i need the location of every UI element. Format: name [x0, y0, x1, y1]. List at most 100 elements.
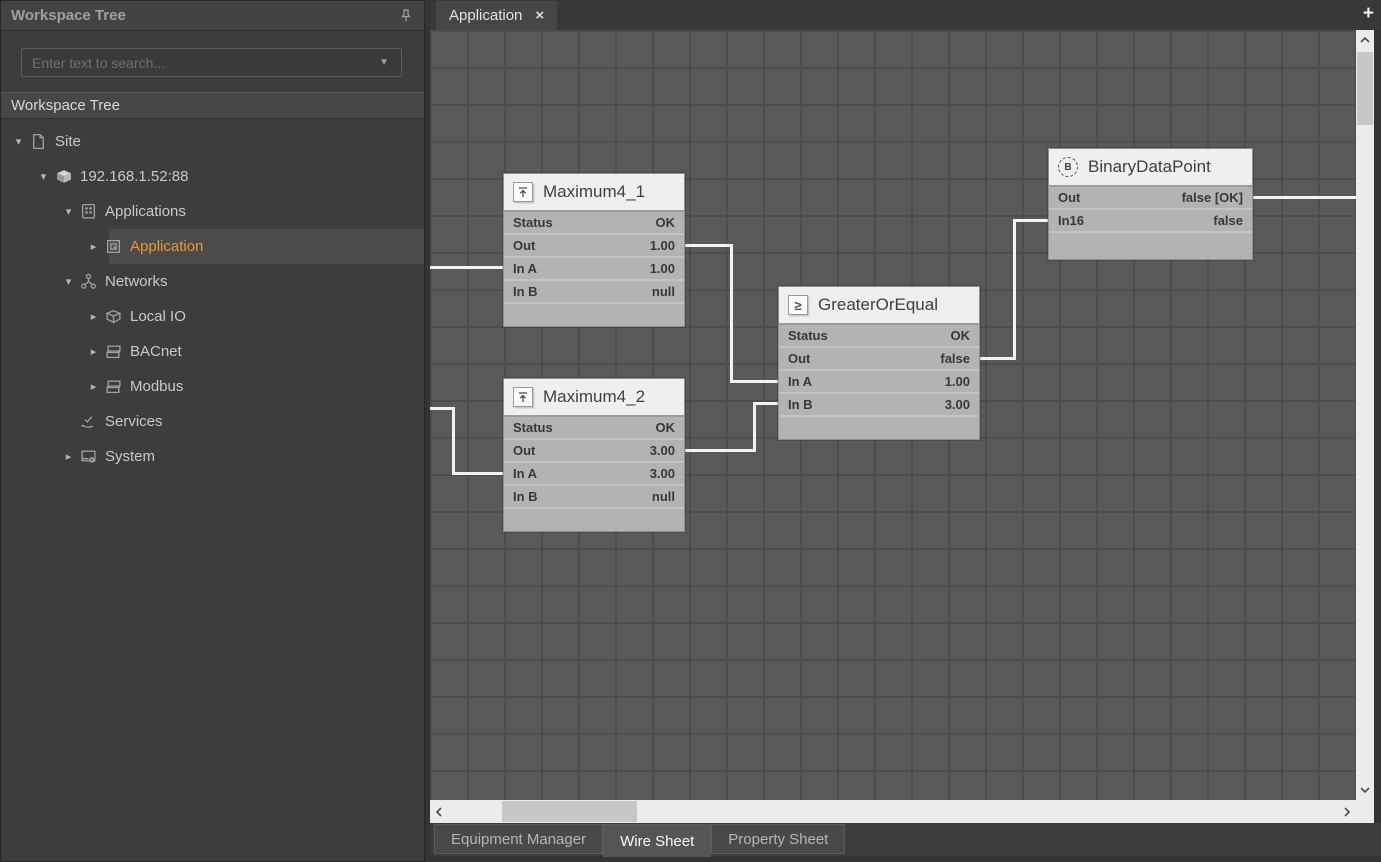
greater-or-equal-icon: ≥	[788, 295, 808, 315]
maximum-icon	[513, 182, 533, 202]
horizontal-scrollbar[interactable]	[430, 800, 1356, 823]
tab-label: Application	[449, 7, 522, 24]
wire-segment[interactable]	[980, 357, 1016, 360]
chevron-right-icon[interactable]: ▸	[85, 240, 102, 253]
binary-data-point-icon: B	[1058, 157, 1078, 177]
block-row-in-b[interactable]: In B null	[504, 281, 684, 304]
wire-segment[interactable]	[1253, 196, 1356, 199]
close-icon[interactable]: ×	[535, 7, 544, 24]
block-header[interactable]: Maximum4_2	[504, 379, 684, 417]
chevron-down-icon[interactable]: ▾	[60, 205, 77, 218]
row-label: In A	[788, 374, 812, 389]
block-binary-data-point[interactable]: B BinaryDataPoint Out false [OK] In16 fa…	[1048, 148, 1253, 260]
tree-item-networks[interactable]: ▾ Networks	[1, 264, 424, 299]
block-maximum4-1[interactable]: Maximum4_1 Status OK Out 1.00 In A 1.00 …	[503, 173, 685, 327]
row-value: OK	[951, 328, 971, 343]
block-title: GreaterOrEqual	[818, 295, 938, 315]
vertical-scroll-thumb[interactable]	[1357, 52, 1373, 125]
binary-glyph: B	[1064, 162, 1071, 173]
block-greater-or-equal[interactable]: ≥ GreaterOrEqual Status OK Out false In …	[778, 286, 980, 440]
row-label: Out	[513, 443, 535, 458]
wire-segment[interactable]	[730, 380, 778, 383]
block-row-out[interactable]: Out 3.00	[504, 440, 684, 463]
chevron-right-icon[interactable]: ▸	[85, 345, 102, 358]
protocol-icon	[104, 378, 123, 395]
block-row-in16[interactable]: In16 false	[1049, 210, 1252, 233]
network-icon	[79, 273, 98, 290]
tree-section-title: Workspace Tree	[11, 97, 120, 114]
tree-item-label: Modbus	[130, 378, 183, 395]
tree-item-local-io[interactable]: ▸ Local IO	[1, 299, 424, 334]
wire-segment[interactable]	[753, 402, 756, 452]
tab-property-sheet[interactable]: Property Sheet	[711, 824, 845, 854]
wire-segment[interactable]	[730, 244, 733, 383]
add-tab-button[interactable]: +	[1363, 3, 1374, 25]
tab-label: Property Sheet	[728, 831, 828, 848]
scroll-up-icon[interactable]	[1356, 30, 1374, 50]
block-header[interactable]: Maximum4_1	[504, 174, 684, 212]
tree-item-applications[interactable]: ▾ Applications	[1, 194, 424, 229]
wire-segment[interactable]	[1013, 219, 1048, 222]
block-row-in-b[interactable]: In B null	[504, 486, 684, 509]
block-footer	[504, 509, 684, 531]
wire-segment[interactable]	[685, 449, 756, 452]
block-row-in-b[interactable]: In B 3.00	[779, 394, 979, 417]
tree-item-modbus[interactable]: ▸ Modbus	[1, 369, 424, 404]
tree-item-site[interactable]: ▾ Site	[1, 124, 424, 159]
wire-segment[interactable]	[452, 407, 455, 475]
row-label: Status	[513, 420, 553, 435]
wire-sheet-canvas[interactable]: Maximum4_1 Status OK Out 1.00 In A 1.00 …	[430, 30, 1356, 800]
pin-icon[interactable]	[398, 8, 414, 24]
block-row-in-a[interactable]: In A 1.00	[779, 371, 979, 394]
tree-item-services[interactable]: Services	[1, 404, 424, 439]
wire-segment[interactable]	[1013, 219, 1016, 360]
search-combobox[interactable]: ▼	[21, 48, 402, 77]
panel-header: Workspace Tree	[1, 1, 424, 31]
chevron-down-icon[interactable]: ▾	[35, 170, 52, 183]
row-label: Out	[513, 238, 535, 253]
block-title: Maximum4_2	[543, 387, 645, 407]
chevron-right-icon[interactable]: ▸	[85, 380, 102, 393]
block-row-status[interactable]: Status OK	[504, 417, 684, 440]
row-label: Out	[788, 351, 810, 366]
chevron-right-icon[interactable]: ▸	[85, 310, 102, 323]
wire-segment[interactable]	[753, 402, 778, 405]
scroll-left-icon[interactable]	[430, 800, 448, 823]
block-header[interactable]: B BinaryDataPoint	[1049, 149, 1252, 187]
block-header[interactable]: ≥ GreaterOrEqual	[779, 287, 979, 325]
block-row-out[interactable]: Out false [OK]	[1049, 187, 1252, 210]
row-label: Status	[513, 215, 553, 230]
tree-item-bacnet[interactable]: ▸ BACnet	[1, 334, 424, 369]
wire-segment[interactable]	[430, 266, 504, 269]
tab-equipment-manager[interactable]: Equipment Manager	[434, 824, 603, 854]
chevron-down-icon[interactable]: ▾	[60, 275, 77, 288]
chevron-down-icon[interactable]: ▾	[10, 135, 27, 148]
tab-application[interactable]: Application ×	[436, 1, 557, 30]
wire-segment[interactable]	[452, 472, 503, 475]
block-title: Maximum4_1	[543, 182, 645, 202]
block-row-out[interactable]: Out 1.00	[504, 235, 684, 258]
chevron-right-icon[interactable]: ▸	[60, 450, 77, 463]
tab-wire-sheet[interactable]: Wire Sheet	[603, 824, 711, 857]
row-label: In16	[1058, 213, 1084, 228]
chevron-down-icon[interactable]: ▼	[367, 57, 401, 68]
row-value: 3.00	[650, 466, 675, 481]
tree-item-label: 192.168.1.52:88	[80, 168, 188, 185]
wire-segment[interactable]	[685, 244, 731, 247]
row-value: 1.00	[650, 238, 675, 253]
block-row-in-a[interactable]: In A 3.00	[504, 463, 684, 486]
tree-item-application[interactable]: ▸ Application	[1, 229, 424, 264]
tree-item-label: BACnet	[130, 343, 182, 360]
tree-item-controller[interactable]: ▾ 192.168.1.52:88	[1, 159, 424, 194]
block-row-out[interactable]: Out false	[779, 348, 979, 371]
block-row-status[interactable]: Status OK	[779, 325, 979, 348]
search-input[interactable]	[22, 55, 367, 71]
tree-item-system[interactable]: ▸ System	[1, 439, 424, 474]
horizontal-scroll-thumb[interactable]	[502, 801, 637, 822]
block-row-status[interactable]: Status OK	[504, 212, 684, 235]
scroll-right-icon[interactable]	[1338, 800, 1356, 823]
block-maximum4-2[interactable]: Maximum4_2 Status OK Out 3.00 In A 3.00 …	[503, 378, 685, 532]
block-row-in-a[interactable]: In A 1.00	[504, 258, 684, 281]
scroll-down-icon[interactable]	[1356, 780, 1374, 800]
vertical-scrollbar[interactable]	[1356, 30, 1374, 800]
